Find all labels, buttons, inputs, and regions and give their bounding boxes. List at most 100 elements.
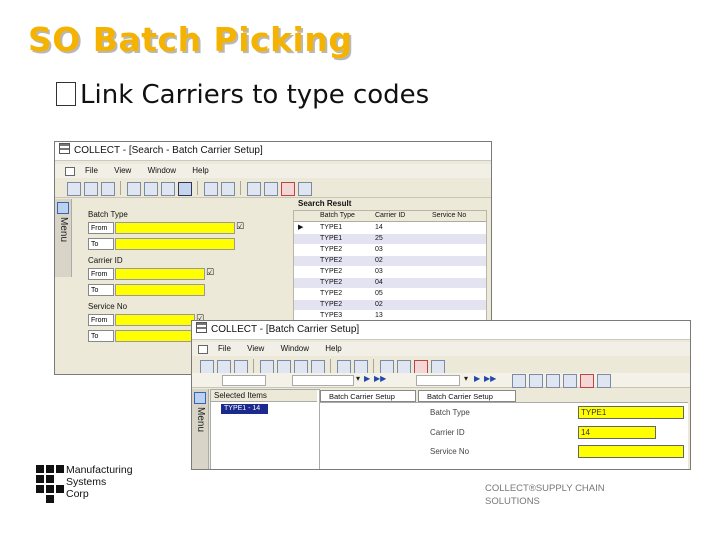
toolbar-icon[interactable] [221,182,235,196]
filter-input[interactable] [292,375,354,386]
carrier-id-to-input[interactable] [115,284,205,296]
toolbar-icon[interactable] [247,182,261,196]
toolbar-delete-icon[interactable] [580,374,594,388]
nav-first-icon[interactable]: ▶ [364,374,370,383]
toolbar-icon[interactable] [204,182,218,196]
service-no-input[interactable] [578,445,684,458]
toolbar-icon[interactable] [529,374,543,388]
toolbar-icon[interactable] [84,182,98,196]
footer-text: COLLECT®SUPPLY CHAIN SOLUTIONS [485,482,635,508]
toolbar-icon[interactable] [178,182,192,196]
checkbox-icon[interactable]: ☑ [236,222,244,232]
batch-type-input[interactable]: TYPE1 [578,406,684,419]
dropdown-icon[interactable]: ▾ [356,374,360,383]
toolbar-separator [120,181,121,195]
cell-carrier-id: 05 [375,290,383,297]
cell-batch-type: TYPE1 [320,235,343,242]
side-menu[interactable]: Menu [192,389,209,469]
table-row[interactable]: TYPE2 03 [294,267,486,277]
batch-type-from-input[interactable] [115,222,235,234]
toolbar-delete-icon[interactable] [281,182,295,196]
search-window-menubar: File View Window Help [55,164,491,178]
toolbar-icon[interactable] [127,182,141,196]
app-icon [196,322,207,333]
toolbar-icon[interactable] [234,360,248,374]
table-row[interactable]: TYPE2 05 [294,289,486,299]
toolbar-icon[interactable] [546,374,560,388]
toolbar-delete-icon[interactable] [414,360,428,374]
toolbar-icon[interactable] [200,360,214,374]
logo-line: Systems [66,476,107,488]
toolbar-icon[interactable] [161,182,175,196]
app-icon [59,143,70,154]
carrier-id-input[interactable]: 14 [578,426,656,439]
toolbar-icon[interactable] [264,182,278,196]
toolbar-icon[interactable] [217,360,231,374]
setup-window-toolbar-2: ▾ ▶ ▶▶ ▾ ▶ ▶▶ [192,373,690,388]
side-menu[interactable]: Menu [55,199,72,277]
toolbar-icon[interactable] [512,374,526,388]
table-row[interactable]: TYPE2 02 [294,300,486,310]
cell-batch-type: TYPE2 [320,268,343,275]
menu-window[interactable]: Window [148,166,176,175]
selected-item[interactable]: TYPE1 - 14 [221,404,269,414]
table-row[interactable]: ▶ TYPE1 14 [294,223,486,233]
cell-carrier-id: 04 [375,279,383,286]
col-carrier-id[interactable]: Carrier ID [375,211,405,221]
carrier-id-from-input[interactable] [115,268,205,280]
menu-view[interactable]: View [247,344,264,353]
batch-type-to-input[interactable] [115,238,235,250]
service-no-from-input[interactable] [115,314,195,326]
toolbar-icon[interactable] [298,182,312,196]
toolbar-icon[interactable] [431,360,445,374]
from-caption: From [88,314,114,326]
cell-batch-type: TYPE2 [320,290,343,297]
toolbar-separator [197,181,198,195]
menu-window[interactable]: Window [281,344,309,353]
from-caption: From [88,268,114,280]
side-menu-label: Menu [195,407,206,433]
tab-batch-carrier-setup-1[interactable]: Batch Carrier Setup [320,390,416,402]
toolbar-icon[interactable] [563,374,577,388]
side-menu-label: Menu [58,217,69,243]
menu-help[interactable]: Help [192,166,208,175]
selected-items-panel[interactable]: Selected Items TYPE1 - 14 [210,389,320,469]
tab-batch-carrier-setup-2[interactable]: Batch Carrier Setup [418,390,516,402]
menu-view[interactable]: View [114,166,131,175]
toolbar-icon[interactable] [397,360,411,374]
filter-input[interactable] [416,375,460,386]
nav-last-icon[interactable]: ▶▶ [484,374,496,383]
cell-batch-type: TYPE2 [320,301,343,308]
dropdown-icon[interactable]: ▾ [464,374,468,383]
cell-carrier-id: 14 [375,224,383,231]
menu-help[interactable]: Help [325,344,341,353]
nav-next-icon[interactable]: ▶▶ [374,374,386,383]
toolbar-icon[interactable] [380,360,394,374]
side-menu-icon [194,392,206,404]
menu-file[interactable]: File [85,166,98,175]
toolbar-icon[interactable] [597,374,611,388]
toolbar-icon[interactable] [144,182,158,196]
service-no-to-input[interactable] [115,330,195,342]
nav-prev-icon[interactable]: ▶ [474,374,480,383]
menu-file[interactable]: File [218,344,231,353]
checkbox-icon[interactable]: ☑ [206,268,214,278]
toolbar-separator [373,359,374,373]
toolbar-icon[interactable] [354,360,368,374]
toolbar-icon[interactable] [260,360,274,374]
col-batch-type[interactable]: Batch Type [320,211,355,221]
toolbar-icon[interactable] [311,360,325,374]
toolbar-icon[interactable] [294,360,308,374]
table-row[interactable]: TYPE2 04 [294,278,486,288]
table-row[interactable]: TYPE2 02 [294,256,486,266]
col-service-no[interactable]: Service No [432,211,466,221]
toolbar-icon[interactable] [337,360,351,374]
toolbar-icon[interactable] [67,182,81,196]
company-logo: Manufacturing Systems Corp [36,464,146,504]
toolbar-icon[interactable] [277,360,291,374]
toolbar-icon[interactable] [101,182,115,196]
table-row[interactable]: TYPE2 03 [294,245,486,255]
filter-input[interactable] [222,375,266,386]
table-row[interactable]: TYPE1 25 [294,234,486,244]
to-caption: To [88,238,114,250]
